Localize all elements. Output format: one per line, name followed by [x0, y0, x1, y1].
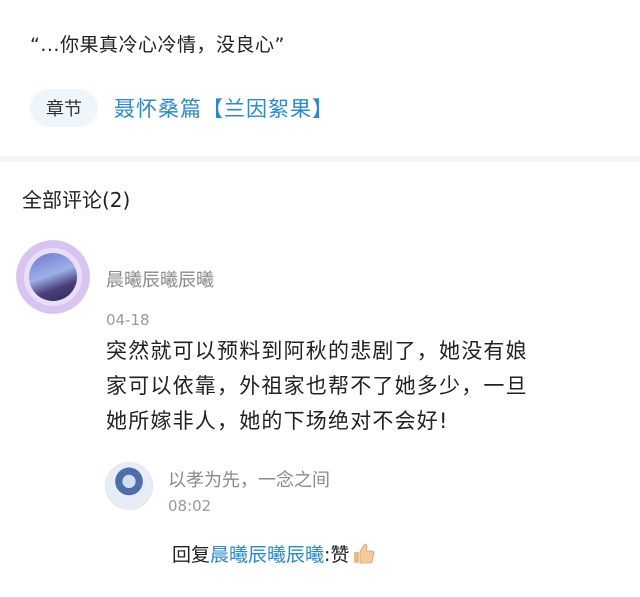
reply-avatar[interactable] — [105, 462, 153, 510]
comment-line: 突然就可以预料到阿秋的悲剧了，她没有娘 — [106, 339, 528, 363]
comment-body[interactable]: 突然就可以预料到阿秋的悲剧了，她没有娘 家可以依靠，外祖家也帮不了她多少，一旦 … — [106, 334, 626, 439]
reply-content: :赞 — [324, 544, 350, 566]
reply-text[interactable]: 回复 晨曦辰曦辰曦 :赞 — [172, 540, 377, 567]
chapter-chip[interactable]: 章节 — [30, 89, 98, 127]
comment-line: 她所嫁非人，她的下场绝对不会好! — [106, 409, 449, 433]
section-divider — [0, 156, 640, 162]
comment-username[interactable]: 晨曦辰曦辰曦 — [106, 266, 214, 292]
reply-date: 08:02 — [168, 497, 212, 515]
comments-title: 全部评论(2) — [22, 188, 131, 212]
chapter-link[interactable]: 聂怀桑篇【兰因絮果】 — [114, 93, 334, 123]
avatar[interactable] — [16, 240, 90, 314]
reply-prefix: 回复 — [172, 544, 211, 566]
comment-date: 04-18 — [106, 311, 150, 329]
post-quote: “...你果真冷心冷情，没良心” — [30, 34, 285, 56]
chapter-row: 章节 聂怀桑篇【兰因絮果】 — [30, 88, 334, 128]
thumbs-up-icon — [354, 543, 375, 563]
comment-line: 家可以依靠，外祖家也帮不了她多少，一旦 — [106, 374, 528, 398]
avatar-image — [29, 253, 77, 301]
reply-username[interactable]: 以孝为先，一念之间 — [168, 466, 330, 492]
reply-target-user[interactable]: 晨曦辰曦辰曦 — [210, 540, 324, 567]
